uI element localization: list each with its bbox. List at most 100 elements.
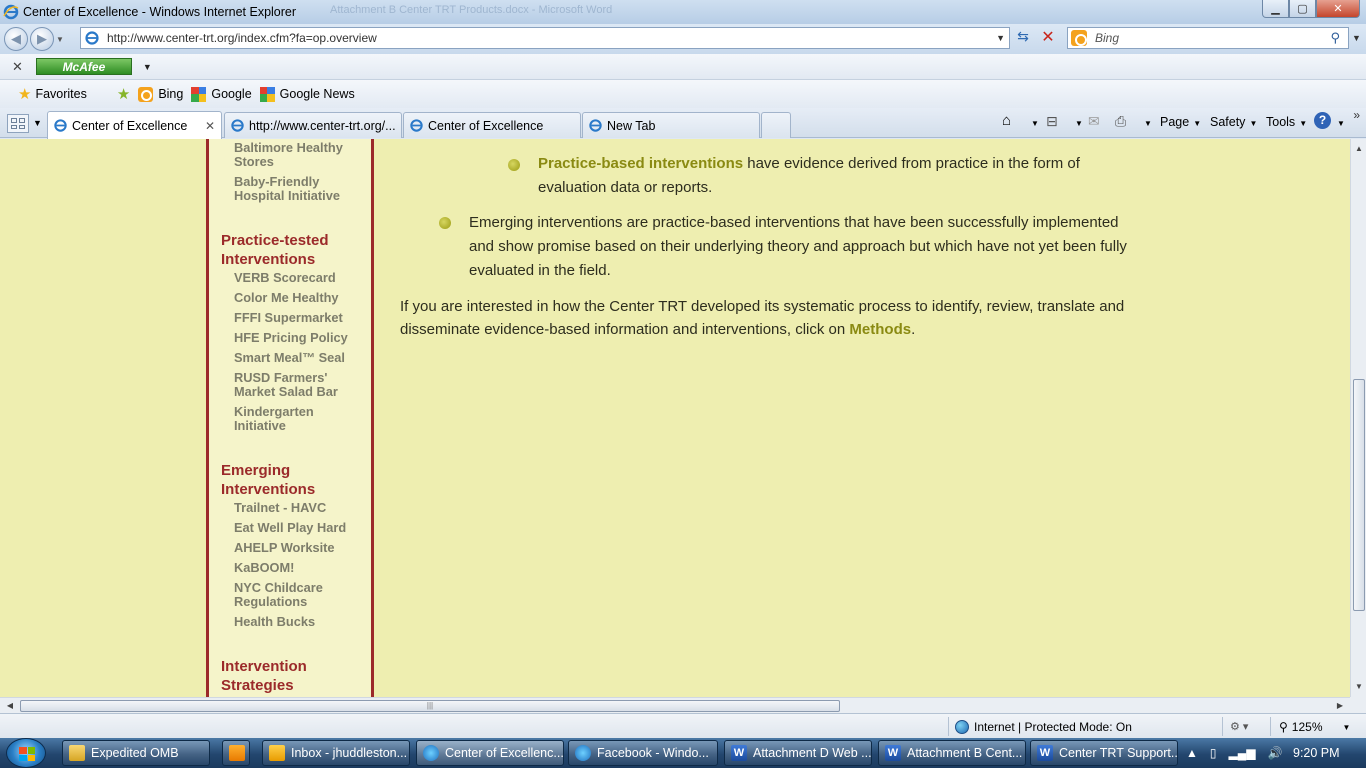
sidebar-link-color-me-healthy[interactable]: Color Me Healthy	[234, 291, 339, 305]
favorites-button[interactable]: Favorites	[35, 87, 86, 101]
tools-menu[interactable]: Tools ▼	[1266, 115, 1307, 129]
sidebar-link-verb-scorecard[interactable]: VERB Scorecard	[234, 271, 336, 285]
url-text[interactable]: http://www.center-trt.org/index.cfm?fa=o…	[107, 31, 377, 45]
address-bar[interactable]: http://www.center-trt.org/index.cfm?fa=o…	[80, 27, 1010, 49]
taskbar-facebook[interactable]: Facebook - Windo...	[568, 740, 718, 766]
maximize-button[interactable]: ▢	[1289, 0, 1316, 18]
print-button[interactable]: ⎙	[1115, 113, 1126, 130]
new-tab-button[interactable]	[761, 112, 791, 138]
sidebar-link-smart-meal-seal[interactable]: Smart Meal™ Seal	[234, 351, 345, 365]
mcafee-dropdown-icon[interactable]: ▼	[143, 62, 152, 72]
word-icon: W	[731, 745, 747, 761]
taskbar-label: Center TRT Support...	[1059, 746, 1178, 760]
sidebar-link-hfe-pricing-policy[interactable]: HFE Pricing Policy	[234, 331, 348, 345]
minimize-button[interactable]: ▁	[1262, 0, 1289, 18]
help-button[interactable]: ?	[1314, 112, 1331, 129]
taskbar-attachment-b[interactable]: W Attachment B Cent...	[878, 740, 1026, 766]
taskbar-media-player[interactable]	[222, 740, 250, 766]
network-signal-icon[interactable]: ▂▄▆	[1229, 746, 1256, 760]
help-dropdown-icon[interactable]: ▼	[1333, 115, 1345, 129]
ie-tab-icon	[54, 119, 67, 132]
tab-center-of-excellence-1[interactable]: Center of Excellence ✕	[47, 111, 222, 139]
sidebar-link-trailnet-havc[interactable]: Trailnet - HAVC	[234, 501, 326, 515]
methods-paragraph-end: .	[911, 321, 916, 338]
vertical-scroll-thumb[interactable]	[1353, 379, 1365, 611]
sidebar-heading-practice-tested[interactable]: Practice-tested Interventions	[221, 231, 361, 269]
practice-based-link[interactable]: Practice-based interventions	[538, 155, 743, 172]
horizontal-scrollbar[interactable]: ◀ ||| ▶	[0, 697, 1350, 713]
horizontal-scroll-thumb[interactable]: |||	[20, 700, 840, 712]
sidebar-link-fffi-supermarket[interactable]: FFFI Supermarket	[234, 311, 343, 325]
chevron-down-icon: ▼	[56, 34, 64, 44]
feeds-button[interactable]: ⊟	[1046, 113, 1058, 130]
favorite-bing[interactable]: Bing	[138, 86, 183, 102]
tab-center-of-excellence-2[interactable]: Center of Excellence	[403, 112, 581, 138]
sidebar-link-rusd-farmers-market[interactable]: RUSD Farmers' Market Salad Bar	[234, 371, 354, 399]
sidebar-link-baby-friendly[interactable]: Baby-Friendly Hospital Initiative	[234, 175, 364, 203]
scroll-left-icon[interactable]: ◀	[2, 698, 18, 714]
refresh-button[interactable]: ⇆	[1013, 28, 1033, 48]
sidebar-link-health-bucks[interactable]: Health Bucks	[234, 615, 315, 629]
protected-mode-icon[interactable]: ⚙ ▾	[1230, 720, 1248, 733]
ghost-window-title: Attachment B Center TRT Products.docx - …	[330, 4, 613, 16]
taskbar-center-trt-support[interactable]: W Center TRT Support...	[1030, 740, 1178, 766]
favorite-google[interactable]: Google	[191, 86, 252, 102]
home-button[interactable]: ⌂	[1002, 112, 1011, 129]
close-tab-icon[interactable]: ✕	[205, 119, 215, 133]
volume-icon[interactable]: 🔊	[1267, 746, 1282, 760]
forward-button[interactable]: ▶	[30, 27, 54, 51]
add-favorite-icon[interactable]: ★	[117, 85, 130, 103]
scroll-up-icon[interactable]: ▲	[1351, 141, 1366, 157]
start-button[interactable]	[6, 738, 46, 768]
safety-menu[interactable]: Safety ▼	[1210, 115, 1257, 129]
close-window-button[interactable]: ✕	[1316, 0, 1360, 18]
taskbar-clock[interactable]: 9:20 PM	[1293, 746, 1340, 760]
search-placeholder[interactable]: Bing	[1095, 31, 1119, 45]
favorite-google-news[interactable]: Google News	[259, 86, 355, 102]
taskbar-attachment-d[interactable]: W Attachment D Web ...	[724, 740, 872, 766]
status-bar: Internet | Protected Mode: On ⚙ ▾ ⚲ 125%…	[0, 713, 1366, 738]
power-icon[interactable]: ▯	[1210, 746, 1217, 760]
show-hidden-icons-icon[interactable]: ▲	[1186, 746, 1198, 760]
back-button[interactable]: ◀	[4, 27, 28, 51]
sidebar-heading-emerging[interactable]: Emerging Interventions	[221, 461, 341, 499]
security-zone[interactable]: Internet | Protected Mode: On	[955, 720, 1132, 734]
tab-new-tab[interactable]: New Tab	[582, 112, 760, 138]
mcafee-button[interactable]: McAfee	[35, 58, 132, 75]
sidebar-link-baltimore-healthy-stores[interactable]: Baltimore Healthy Stores	[234, 141, 364, 169]
sidebar-heading-intervention-strategies[interactable]: Intervention Strategies	[221, 657, 331, 695]
taskbar-center-of-excellence[interactable]: Center of Excellenc...	[416, 740, 564, 766]
read-mail-button[interactable]: ✉	[1088, 113, 1100, 130]
back-arrow-icon: ◀	[11, 31, 21, 46]
search-icon[interactable]: ⚲	[1330, 30, 1340, 46]
stop-button[interactable]: ✕	[1038, 27, 1058, 47]
print-dropdown-icon[interactable]: ▼	[1140, 115, 1152, 129]
toolbar-overflow-icon[interactable]: »	[1353, 108, 1360, 122]
taskbar-inbox[interactable]: Inbox - jhuddleston...	[262, 740, 410, 766]
sidebar-link-ahelp-worksite[interactable]: AHELP Worksite	[234, 541, 335, 555]
close-toolbar-icon[interactable]: ✕	[12, 59, 23, 75]
sidebar-link-kaboom[interactable]: KaBOOM!	[234, 561, 294, 575]
history-dropdown[interactable]: ▼	[54, 35, 66, 44]
scroll-right-icon[interactable]: ▶	[1332, 698, 1348, 714]
tab-center-trt-url[interactable]: http://www.center-trt.org/...	[224, 112, 402, 138]
stop-icon: ✕	[1041, 29, 1055, 46]
address-dropdown-icon[interactable]: ▼	[996, 33, 1005, 43]
scroll-down-icon[interactable]: ▼	[1351, 679, 1366, 695]
vertical-scrollbar[interactable]: ▲ ▼	[1350, 139, 1366, 697]
zoom-control[interactable]: ⚲ 125% ▼	[1279, 720, 1350, 734]
taskbar-expedited-omb[interactable]: Expedited OMB	[62, 740, 210, 766]
sidebar-link-eat-well-play-hard[interactable]: Eat Well Play Hard	[234, 521, 346, 535]
home-icon: ⌂	[1002, 112, 1012, 129]
search-box[interactable]: Bing ⚲	[1067, 27, 1349, 49]
tab-list-dropdown-icon[interactable]: ▼	[33, 118, 42, 128]
quick-tabs-button[interactable]	[7, 114, 29, 133]
sidebar-link-kindergarten-initiative[interactable]: Kindergarten Initiative	[234, 405, 334, 433]
page-menu[interactable]: Page ▼	[1160, 115, 1201, 129]
home-dropdown-icon[interactable]: ▼	[1027, 115, 1039, 129]
methods-link[interactable]: Methods	[849, 321, 911, 338]
sidebar-link-nyc-childcare[interactable]: NYC Childcare Regulations	[234, 581, 344, 609]
feeds-dropdown-icon[interactable]: ▼	[1071, 115, 1083, 129]
favorites-star-icon[interactable]: ★	[18, 85, 31, 103]
search-dropdown-icon[interactable]: ▼	[1352, 33, 1361, 43]
